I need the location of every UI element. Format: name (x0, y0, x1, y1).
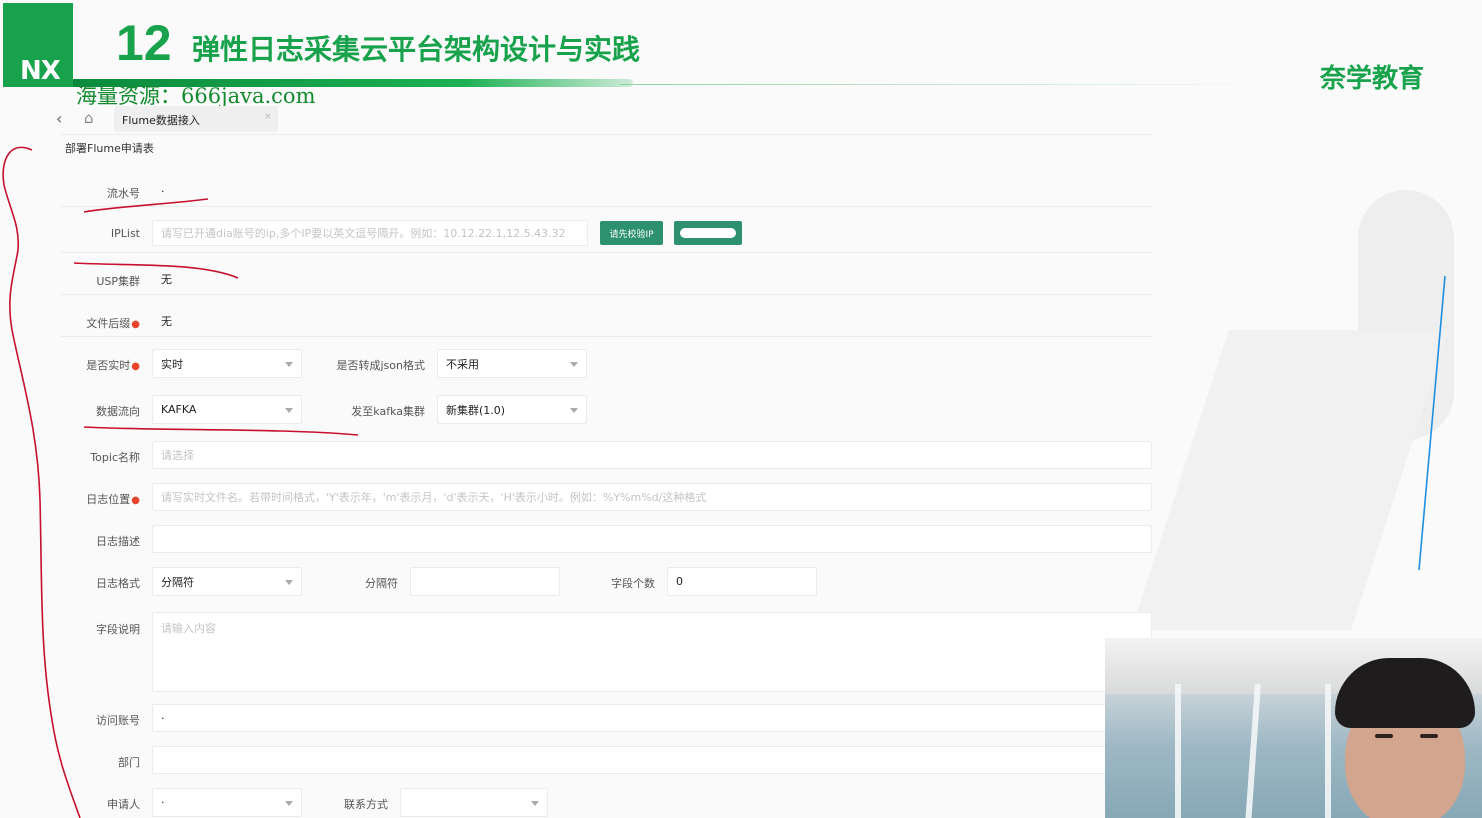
annotation-underline (73, 262, 239, 279)
annotation-underline (83, 426, 359, 436)
presenter-eye (1420, 734, 1438, 738)
annotation-bracket (2, 146, 81, 818)
presenter-hair (1335, 658, 1475, 728)
presenter-eye (1375, 734, 1393, 738)
webcam-overlay (1105, 638, 1482, 818)
webcam-background (1325, 684, 1331, 818)
annotation-underline (83, 198, 209, 213)
webcam-background (1245, 683, 1261, 818)
webcam-background (1175, 684, 1181, 818)
annotation-blue-line (1418, 275, 1446, 571)
